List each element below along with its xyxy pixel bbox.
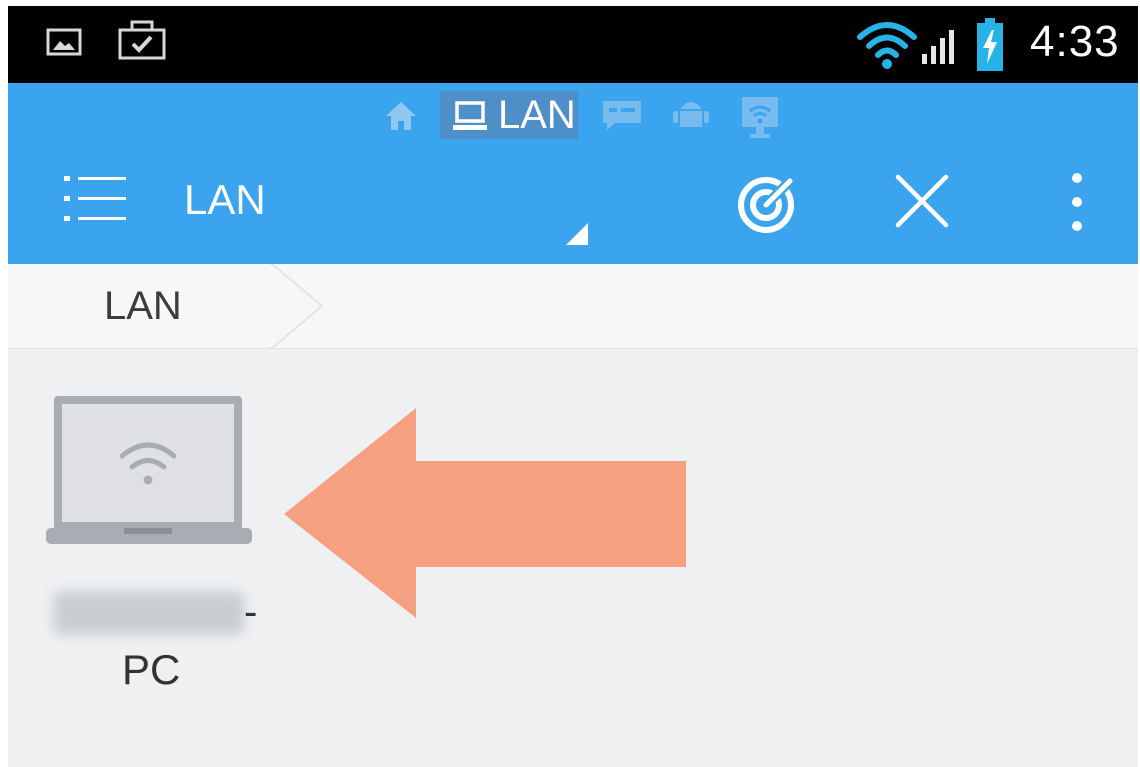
obscured-device-name <box>54 592 244 634</box>
status-time: 4:33 <box>1030 17 1120 66</box>
device-name-line2: PC <box>122 646 181 693</box>
home-icon[interactable] <box>384 100 418 132</box>
nav-tab-lan[interactable]: LAN <box>440 91 578 139</box>
computer-icon <box>453 101 487 130</box>
toolbar-title[interactable]: LAN <box>184 173 266 227</box>
app-frame: 4:33 LAN LAN LAN - PC <box>8 6 1138 767</box>
gallery-icon <box>46 28 82 56</box>
more-vertical-icon[interactable] <box>1060 169 1094 235</box>
remote-icon[interactable] <box>740 95 780 139</box>
menu-icon[interactable] <box>62 170 128 226</box>
breadcrumb-item-lan[interactable]: LAN <box>104 278 182 334</box>
status-bar: 4:33 <box>8 6 1138 83</box>
app-toolbar: LAN LAN <box>8 83 1138 264</box>
signal-icon <box>922 30 954 64</box>
android-icon[interactable] <box>672 95 710 131</box>
dropdown-indicator-icon[interactable] <box>564 221 590 247</box>
battery-charging-icon <box>977 18 1003 71</box>
ftp-icon[interactable] <box>601 99 643 131</box>
laptop-wifi-icon <box>46 396 252 544</box>
device-name: - <box>48 584 268 640</box>
device-item[interactable]: - PC <box>38 386 268 716</box>
scan-radar-icon[interactable] <box>736 171 800 235</box>
annotation-arrow <box>284 408 686 618</box>
breadcrumb: LAN <box>8 264 1138 349</box>
breadcrumb-separator <box>270 264 324 348</box>
work-bag-icon <box>118 20 166 60</box>
wifi-icon <box>857 22 917 69</box>
nav-tab-lan-label: LAN <box>498 93 576 137</box>
close-icon[interactable] <box>892 171 952 231</box>
device-name-suffix: - <box>244 590 258 634</box>
nav-strip: LAN <box>8 83 1138 141</box>
